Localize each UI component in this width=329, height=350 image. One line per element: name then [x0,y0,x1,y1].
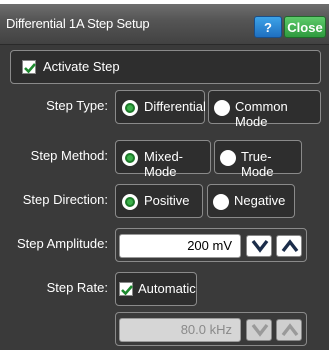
radio-unselected-icon [220,150,236,166]
step-rate-control: 80.0 kHz [115,312,307,346]
step-rate-decrement-button [246,319,272,341]
radio-unselected-icon [213,194,229,210]
radio-selected-icon [122,100,138,116]
step-rate-input: 80.0 kHz [119,318,241,342]
step-rate-automatic-label: Automatic [138,281,196,296]
step-rate-label: Step Rate: [46,280,108,295]
title-bar[interactable]: Differential 1A Step Setup ? Close [0,4,329,45]
checkmark-icon [121,285,133,296]
checkmark-icon [24,63,36,74]
step-method-true-mode-radio[interactable]: True-Mode [214,140,302,179]
step-method-mixed-mode-label: Mixed-Mode [144,149,184,179]
step-setup-dialog: Differential 1A Step Setup ? Close Activ… [0,4,329,350]
step-type-differential-radio[interactable]: Differential [115,90,206,124]
step-amplitude-decrement-button[interactable] [246,235,272,257]
step-type-label: Step Type: [46,98,108,113]
step-rate-automatic-checkbox[interactable]: Automatic [115,272,197,306]
step-amplitude-label: Step Amplitude: [16,236,108,251]
step-amplitude-increment-button[interactable] [276,235,302,257]
chevron-up-icon [281,323,299,337]
chevron-up-icon [281,239,299,253]
chevron-down-icon [251,323,269,337]
step-direction-negative-radio[interactable]: Negative [207,184,295,218]
activate-step-label: Activate Step [43,59,120,74]
step-method-true-mode-label: True-Mode [241,149,274,179]
step-amplitude-input[interactable]: 200 mV [119,234,241,258]
close-button[interactable]: Close [284,16,326,38]
radio-selected-icon [122,150,138,166]
step-direction-positive-label: Positive [144,193,190,208]
radio-selected-icon [122,194,138,210]
step-direction-negative-label: Negative [234,193,286,208]
step-direction-positive-radio[interactable]: Positive [115,184,203,218]
step-type-differential-label: Differential [144,99,206,114]
activate-step-check[interactable] [22,60,36,74]
step-type-common-mode-radio[interactable]: Common Mode [208,90,321,129]
step-amplitude-control: 200 mV [115,228,307,262]
help-button[interactable]: ? [254,16,282,38]
step-type-common-mode-label: Common Mode [235,99,288,129]
activate-step-checkbox[interactable]: Activate Step [10,50,321,84]
radio-unselected-icon [214,100,230,116]
step-rate-automatic-check[interactable] [119,282,133,296]
chevron-down-icon [251,239,269,253]
step-method-label: Step Method: [30,148,108,163]
step-rate-increment-button [276,319,302,341]
dialog-title: Differential 1A Step Setup [6,16,150,31]
step-direction-label: Step Direction: [22,192,108,207]
step-method-mixed-mode-radio[interactable]: Mixed-Mode [115,140,211,179]
